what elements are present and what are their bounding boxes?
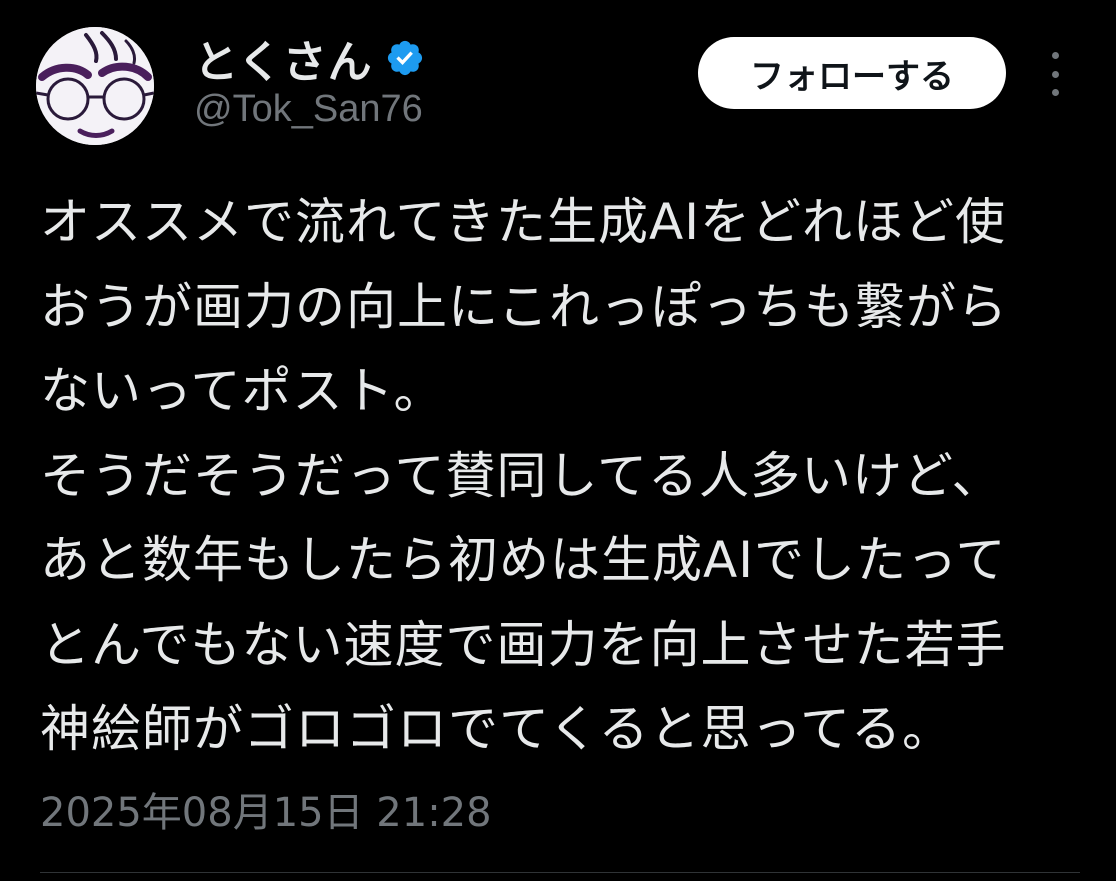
divider bbox=[40, 872, 1080, 873]
post-body-line: オススメで流れてきた生成AIをどれほど使 bbox=[40, 193, 1006, 251]
tweet-card: とくさん @Tok_San76 フォローする オススメで流れてきた生成AIをどれ… bbox=[0, 0, 1116, 881]
post-body-line: とんでもない速度で画力を向上させた若手 bbox=[40, 615, 1007, 674]
more-dot bbox=[1051, 70, 1059, 78]
author-display-name[interactable]: とくさん bbox=[194, 26, 373, 90]
post-body-line: あと数年もしたら初めは生成AIでしたって bbox=[40, 531, 1007, 589]
author-handle[interactable]: @Tok_San76 bbox=[194, 88, 423, 131]
verified-badge-icon[interactable] bbox=[385, 38, 425, 78]
post-timestamp[interactable]: 2025年08月15日 21:28 bbox=[40, 780, 492, 838]
post-body-line: そうだそうだって賛同してる人多いけど、 bbox=[40, 446, 1003, 505]
post-body-line: ないってポスト。 bbox=[40, 362, 445, 420]
post-body: オススメで流れてきた生成AIをどれほど使 おうが画力の向上にこれっぽっちも繋がら… bbox=[40, 180, 1080, 772]
follow-button[interactable]: フォローする bbox=[698, 37, 1006, 109]
more-dot bbox=[1051, 52, 1059, 59]
post-body-line: おうが画力の向上にこれっぽっちも繋がら bbox=[40, 277, 1008, 336]
author-name-row: とくさん bbox=[194, 30, 425, 88]
more-dot bbox=[1051, 89, 1059, 96]
post-body-line: 神絵師がゴロゴロでてくると思ってる。 bbox=[40, 700, 953, 758]
avatar-face-icon bbox=[36, 27, 154, 145]
avatar[interactable] bbox=[36, 27, 154, 145]
more-options-icon[interactable] bbox=[1040, 52, 1070, 96]
